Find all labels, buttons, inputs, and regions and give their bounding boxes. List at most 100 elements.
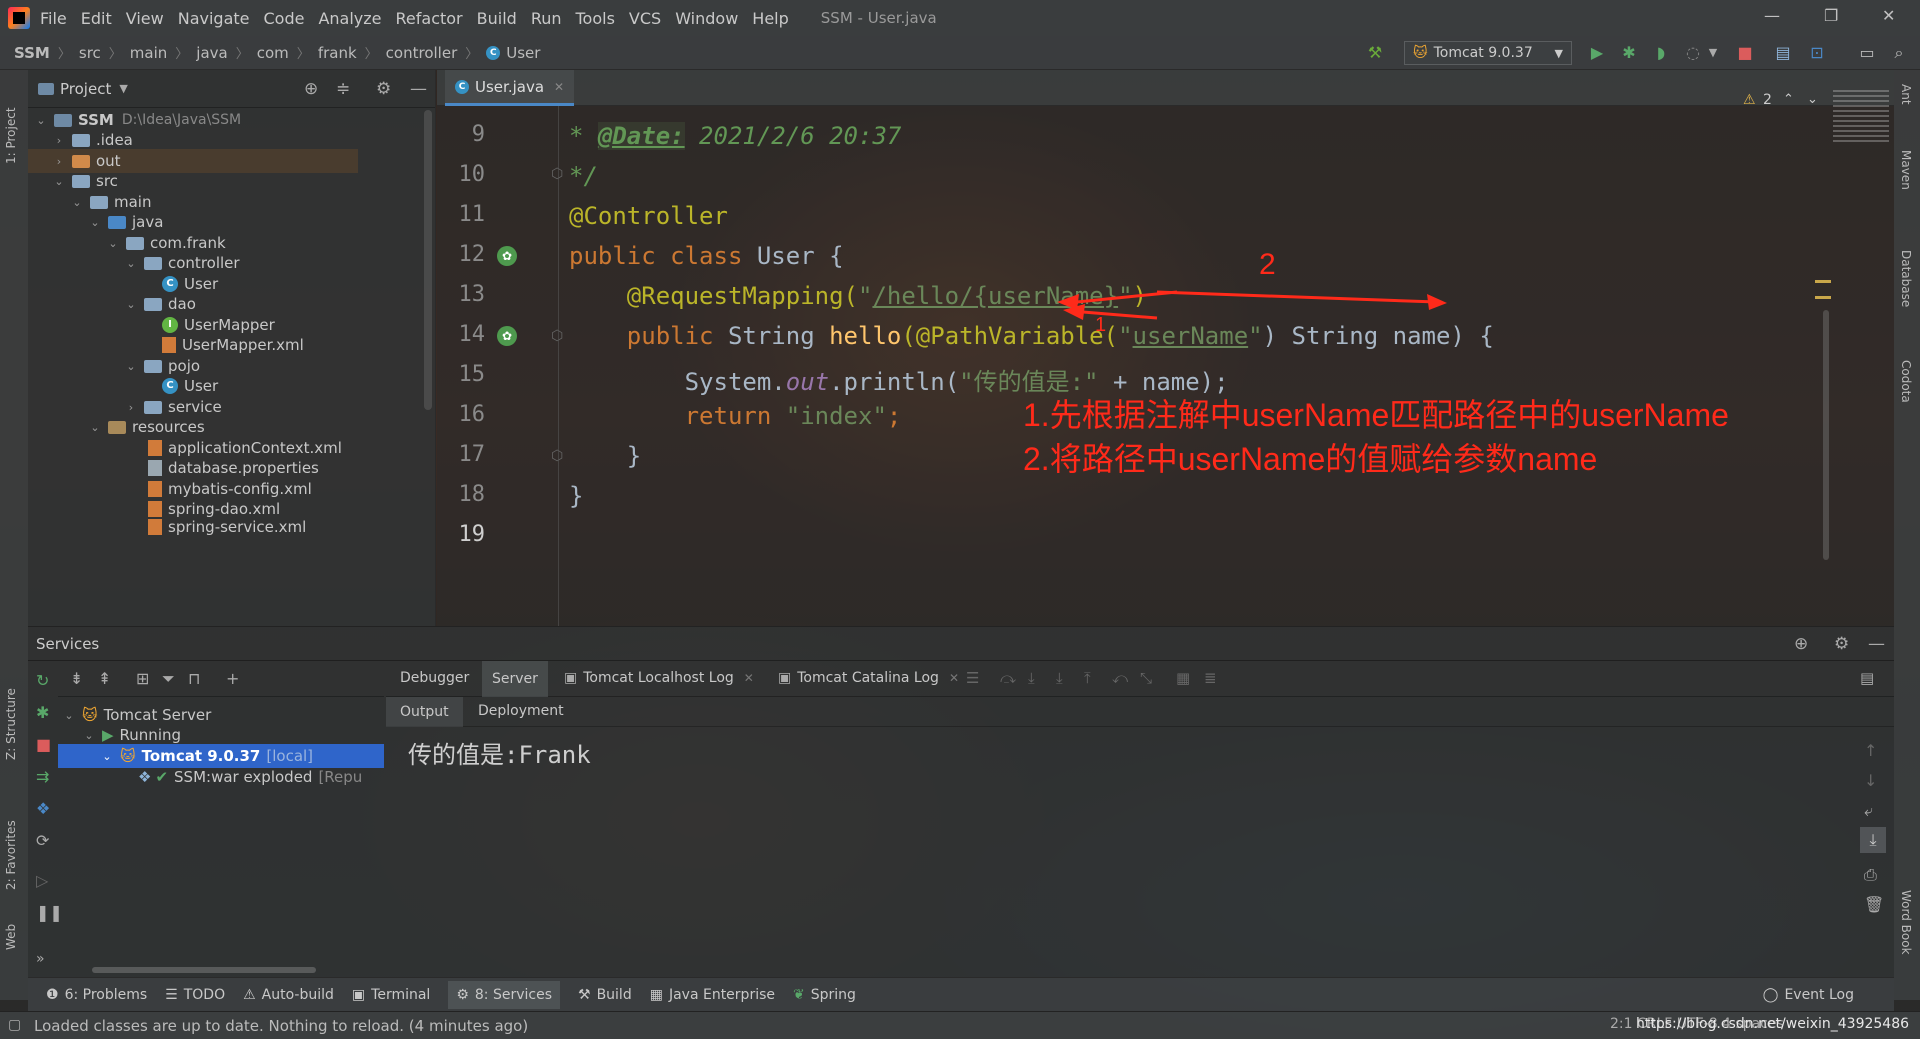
tab-server[interactable]: Server bbox=[482, 661, 548, 697]
scroll-down-icon[interactable]: ↓ bbox=[1864, 771, 1877, 790]
menu-refactor[interactable]: Refactor bbox=[396, 9, 463, 28]
tool-tab-auto-build[interactable]: ⚠ Auto-build bbox=[243, 987, 334, 1003]
tool-tab-ant[interactable]: Ant bbox=[1899, 84, 1913, 105]
collapse-all-icon[interactable]: ≑ bbox=[336, 79, 350, 99]
gear-icon[interactable]: ⚙ bbox=[1834, 634, 1849, 654]
run-icon[interactable]: ▶ bbox=[1588, 44, 1606, 62]
step-out-icon[interactable]: ⤒ bbox=[1084, 669, 1091, 687]
layout-settings-icon[interactable]: ▤ bbox=[1860, 669, 1874, 687]
warning-icon[interactable]: ⚠ bbox=[1743, 92, 1756, 108]
breadcrumb-com[interactable]: com bbox=[257, 44, 289, 62]
filter-icon[interactable]: ⏷ bbox=[162, 669, 175, 689]
project-structure-icon[interactable]: ▤ bbox=[1774, 44, 1792, 62]
debug-icon[interactable]: ✱ bbox=[1620, 44, 1638, 62]
coverage-icon[interactable]: ◗ bbox=[1652, 44, 1670, 62]
menu-vcs[interactable]: VCS bbox=[629, 9, 661, 28]
menu-window[interactable]: Window bbox=[675, 9, 738, 28]
breadcrumb-src[interactable]: src bbox=[79, 44, 101, 62]
subtab-output[interactable]: Output bbox=[386, 697, 463, 727]
hide-panel-icon[interactable]: — bbox=[410, 79, 427, 99]
add-icon[interactable]: + bbox=[226, 669, 239, 688]
next-highlight-icon[interactable]: ⌄ bbox=[1807, 92, 1818, 107]
tree-item-spring-service[interactable]: spring-service.xml bbox=[148, 518, 306, 536]
warning-stripe[interactable] bbox=[1815, 296, 1831, 299]
menu-run[interactable]: Run bbox=[531, 9, 562, 28]
gear-icon[interactable]: ⚙ bbox=[376, 79, 391, 99]
run-configuration-select[interactable]: 🐱 Tomcat 9.0.37 ▼ bbox=[1404, 41, 1572, 65]
breadcrumb-user[interactable]: User bbox=[506, 44, 540, 62]
tool-tab-java-enterprise[interactable]: ▦ Java Enterprise bbox=[650, 987, 775, 1003]
tool-tab-problems[interactable]: ❶ 6: Problems bbox=[46, 987, 147, 1003]
menu-view[interactable]: View bbox=[126, 9, 164, 28]
clear-all-icon[interactable]: 🗑 bbox=[1864, 895, 1884, 914]
refresh-icon[interactable]: ⟳ bbox=[36, 831, 49, 850]
menu-tools[interactable]: Tools bbox=[576, 9, 615, 28]
stop-icon[interactable]: ■ bbox=[1736, 44, 1754, 62]
services-tree-scrollbar[interactable] bbox=[92, 967, 316, 973]
more-icon[interactable]: » bbox=[36, 951, 45, 967]
minimize-icon[interactable]: — bbox=[1764, 6, 1780, 25]
tool-tab-event-log[interactable]: ◯ Event Log bbox=[1763, 987, 1854, 1003]
add-service-icon[interactable]: ⊕ bbox=[1794, 634, 1808, 654]
tool-tab-project[interactable]: 1: Project bbox=[4, 84, 18, 164]
deploy-icon[interactable]: ❖ bbox=[36, 799, 50, 818]
editor-scrollbar[interactable] bbox=[1823, 310, 1829, 560]
scroll-up-icon[interactable]: ↑ bbox=[1864, 741, 1877, 760]
trace-icon[interactable]: ≣ bbox=[1204, 669, 1217, 687]
tool-tab-services[interactable]: ⚙ 8: Services bbox=[448, 980, 560, 1009]
tab-tomcat-localhost-log[interactable]: ▣ Tomcat Localhost Log ✕ bbox=[564, 670, 754, 686]
run-to-cursor-icon[interactable]: ⤡ bbox=[1140, 669, 1152, 687]
more-run-chevron-icon[interactable]: ▼ bbox=[1704, 44, 1722, 62]
hide-panel-icon[interactable]: — bbox=[1868, 634, 1885, 654]
list-icon[interactable]: ☰ bbox=[966, 669, 979, 687]
group-by-icon[interactable]: ⊞ bbox=[136, 669, 149, 688]
stop-icon[interactable]: ■ bbox=[36, 735, 51, 754]
breadcrumb-main[interactable]: main bbox=[130, 44, 167, 62]
locate-icon[interactable]: ⊕ bbox=[304, 79, 318, 99]
previous-highlight-icon[interactable]: ⌃ bbox=[1783, 92, 1794, 107]
project-panel-title[interactable]: Project bbox=[60, 80, 111, 98]
tool-tab-database[interactable]: Database bbox=[1899, 250, 1913, 307]
tool-tab-web[interactable]: Web bbox=[4, 910, 18, 950]
drop-frame-icon[interactable]: ⤺ bbox=[1112, 669, 1128, 687]
close-tab-icon[interactable]: ✕ bbox=[949, 671, 959, 685]
breadcrumb-java[interactable]: java bbox=[196, 44, 227, 62]
project-scrollbar[interactable] bbox=[424, 110, 432, 410]
breadcrumb-controller[interactable]: controller bbox=[386, 44, 458, 62]
update-app-icon[interactable]: ⇉ bbox=[36, 767, 49, 786]
evaluate-icon[interactable]: ▦ bbox=[1176, 669, 1190, 687]
menu-file[interactable]: File bbox=[40, 9, 67, 28]
tab-tomcat-catalina-log[interactable]: ▣ Tomcat Catalina Log ✕ bbox=[778, 670, 959, 686]
close-window-icon[interactable]: ✕ bbox=[1882, 6, 1895, 25]
restore-icon[interactable]: ❐ bbox=[1824, 6, 1838, 25]
breadcrumb-ssm[interactable]: SSM bbox=[14, 44, 50, 62]
search-everywhere-icon[interactable]: ⌕ bbox=[1890, 44, 1908, 62]
toggle-tool-windows-icon[interactable]: ▢ bbox=[8, 1017, 21, 1033]
step-over-icon[interactable]: ⤼ bbox=[1000, 669, 1016, 687]
resume-icon[interactable]: ▷ bbox=[36, 871, 48, 890]
service-artifact[interactable]: ❖ ✔ SSM:war exploded [Repu bbox=[138, 765, 362, 789]
translate-icon[interactable]: ⊡ bbox=[1808, 44, 1826, 62]
menu-edit[interactable]: Edit bbox=[81, 9, 112, 28]
new-tab-icon[interactable]: ⊓ bbox=[188, 669, 200, 688]
breadcrumb-frank[interactable]: frank bbox=[318, 44, 357, 62]
code-minimap[interactable] bbox=[1833, 90, 1889, 144]
menu-build[interactable]: Build bbox=[477, 9, 517, 28]
menu-analyze[interactable]: Analyze bbox=[318, 9, 381, 28]
step-into-icon[interactable]: ⤓ bbox=[1028, 669, 1035, 687]
scroll-to-end-icon[interactable]: ⤓ bbox=[1860, 827, 1886, 853]
rerun-icon[interactable]: ↻ bbox=[36, 671, 49, 690]
build-hammer-icon[interactable]: ⚒ bbox=[1366, 44, 1384, 62]
print-icon[interactable]: ⎙ bbox=[1864, 865, 1877, 885]
tool-tab-terminal[interactable]: ▣ Terminal bbox=[352, 987, 430, 1003]
menu-code[interactable]: Code bbox=[264, 9, 305, 28]
collapse-all-icon[interactable]: ⇞ bbox=[98, 669, 111, 688]
menu-help[interactable]: Help bbox=[752, 9, 788, 28]
close-tab-icon[interactable]: ✕ bbox=[744, 671, 754, 685]
subtab-deployment[interactable]: Deployment bbox=[478, 703, 564, 719]
force-step-into-icon[interactable]: ⤓ bbox=[1056, 669, 1063, 687]
tool-tab-word-book[interactable]: Word Book bbox=[1899, 890, 1913, 955]
tool-tab-spring[interactable]: ❦ Spring bbox=[793, 987, 856, 1003]
chevron-down-icon[interactable]: ▼ bbox=[119, 82, 127, 95]
tool-tab-structure[interactable]: Z: Structure bbox=[4, 670, 18, 760]
